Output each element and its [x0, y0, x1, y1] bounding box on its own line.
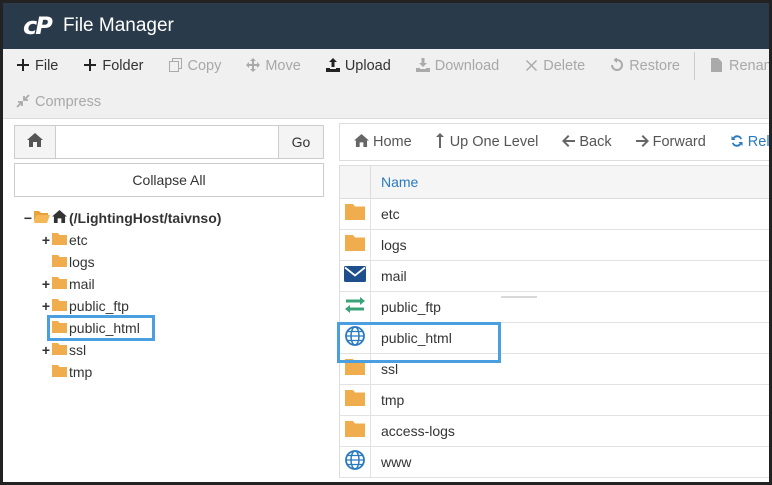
highlight-box-file-list — [337, 322, 501, 363]
collapse-all-button[interactable]: Collapse All — [14, 163, 324, 197]
navigation-bar: Home Up One Level Back Forward Reload — [339, 123, 769, 161]
app-header: cP File Manager — [3, 3, 769, 49]
download-button[interactable]: Download — [415, 49, 499, 83]
globe-icon — [345, 449, 365, 475]
path-input[interactable] — [57, 126, 279, 158]
tree-item-logs[interactable]: logs — [41, 251, 95, 273]
home-icon — [52, 210, 67, 226]
home-button[interactable]: Home — [354, 134, 412, 150]
path-bar: Go — [14, 125, 324, 159]
column-header-name[interactable]: Name — [381, 174, 418, 190]
toolbar-separator — [693, 52, 695, 80]
collapse-minus-icon[interactable]: − — [23, 210, 33, 226]
tree-item-etc[interactable]: + etc — [41, 229, 88, 251]
folder-open-icon — [34, 210, 50, 226]
reload-icon — [730, 134, 744, 151]
folder-icon — [345, 420, 365, 442]
reload-button[interactable]: Reload — [730, 134, 769, 151]
home-icon — [27, 132, 43, 152]
transfer-icon — [344, 296, 366, 318]
forward-button[interactable]: Forward — [635, 134, 706, 150]
upload-icon — [325, 57, 341, 75]
move-button[interactable]: Move — [245, 49, 301, 83]
move-icon — [245, 57, 261, 75]
home-icon — [354, 134, 369, 150]
level-up-icon — [435, 133, 446, 151]
table-row[interactable]: logs — [339, 230, 769, 261]
table-row[interactable]: mail — [339, 261, 769, 292]
compress-button[interactable]: Compress — [15, 85, 101, 119]
plus-icon — [82, 58, 98, 74]
expand-plus-icon[interactable]: + — [41, 276, 51, 292]
up-one-level-button[interactable]: Up One Level — [435, 133, 538, 151]
folder-icon — [345, 203, 365, 225]
drag-handle-hint — [501, 296, 537, 298]
back-button[interactable]: Back — [562, 134, 612, 150]
expand-plus-icon[interactable]: + — [41, 232, 51, 248]
toolbar-row-1: File Folder Copy Move Upload Download De… — [3, 49, 769, 83]
copy-button[interactable]: Copy — [167, 49, 221, 83]
arrow-right-icon — [635, 134, 649, 150]
table-row[interactable]: access-logs — [339, 416, 769, 447]
restore-icon — [609, 56, 625, 75]
tree-root-label: (/LightingHost/taivnso) — [69, 210, 222, 226]
folder-icon — [345, 234, 365, 256]
folder-icon — [52, 298, 67, 314]
cpanel-logo[interactable]: cP — [23, 12, 55, 40]
copy-icon — [167, 57, 183, 75]
folder-icon — [52, 364, 67, 380]
go-button[interactable]: Go — [278, 126, 323, 158]
toolbar-row-2: Compress — [3, 85, 101, 119]
path-home-button[interactable] — [15, 126, 56, 158]
expand-plus-icon[interactable]: + — [41, 298, 51, 314]
table-header: Name — [339, 165, 769, 199]
toolbar: File Folder Copy Move Upload Download De… — [3, 49, 769, 119]
app-title: File Manager — [63, 15, 174, 36]
new-file-button[interactable]: File — [15, 49, 58, 83]
arrow-left-icon — [562, 134, 576, 150]
delete-icon — [523, 58, 539, 74]
tree-root[interactable]: − (/LightingHost/taivnso) — [23, 207, 221, 229]
table-row[interactable]: www — [339, 447, 769, 478]
restore-button[interactable]: Restore — [609, 49, 680, 83]
plus-icon — [15, 58, 31, 74]
directory-tree-panel: Go Collapse All − (/LightingHost/taivnso… — [3, 119, 333, 482]
file-list-panel: Home Up One Level Back Forward Reload — [339, 119, 769, 482]
table-row[interactable]: etc — [339, 199, 769, 230]
tree-item-public-ftp[interactable]: + public_ftp — [41, 295, 129, 317]
folder-icon — [52, 342, 67, 358]
compress-icon — [15, 93, 31, 111]
folder-icon — [52, 254, 67, 270]
folder-icon — [52, 276, 67, 292]
highlight-box-tree — [47, 315, 155, 341]
tree-item-mail[interactable]: + mail — [41, 273, 95, 295]
download-icon — [415, 57, 431, 75]
file-manager-window: cP File Manager File Folder Copy Move Up… — [0, 0, 772, 485]
folder-icon — [52, 232, 67, 248]
table-row[interactable]: tmp — [339, 385, 769, 416]
folder-icon — [345, 389, 365, 411]
expand-plus-icon[interactable]: + — [41, 342, 51, 358]
table-row[interactable]: public_ftp — [339, 292, 769, 323]
tree-item-ssl[interactable]: + ssl — [41, 339, 86, 361]
mail-icon — [344, 265, 366, 287]
upload-button[interactable]: Upload — [325, 49, 391, 83]
tree-item-tmp[interactable]: tmp — [41, 361, 92, 383]
rename-icon — [709, 57, 725, 75]
delete-button[interactable]: Delete — [523, 49, 585, 83]
new-folder-button[interactable]: Folder — [82, 49, 143, 83]
rename-button[interactable]: Rename — [709, 49, 769, 83]
